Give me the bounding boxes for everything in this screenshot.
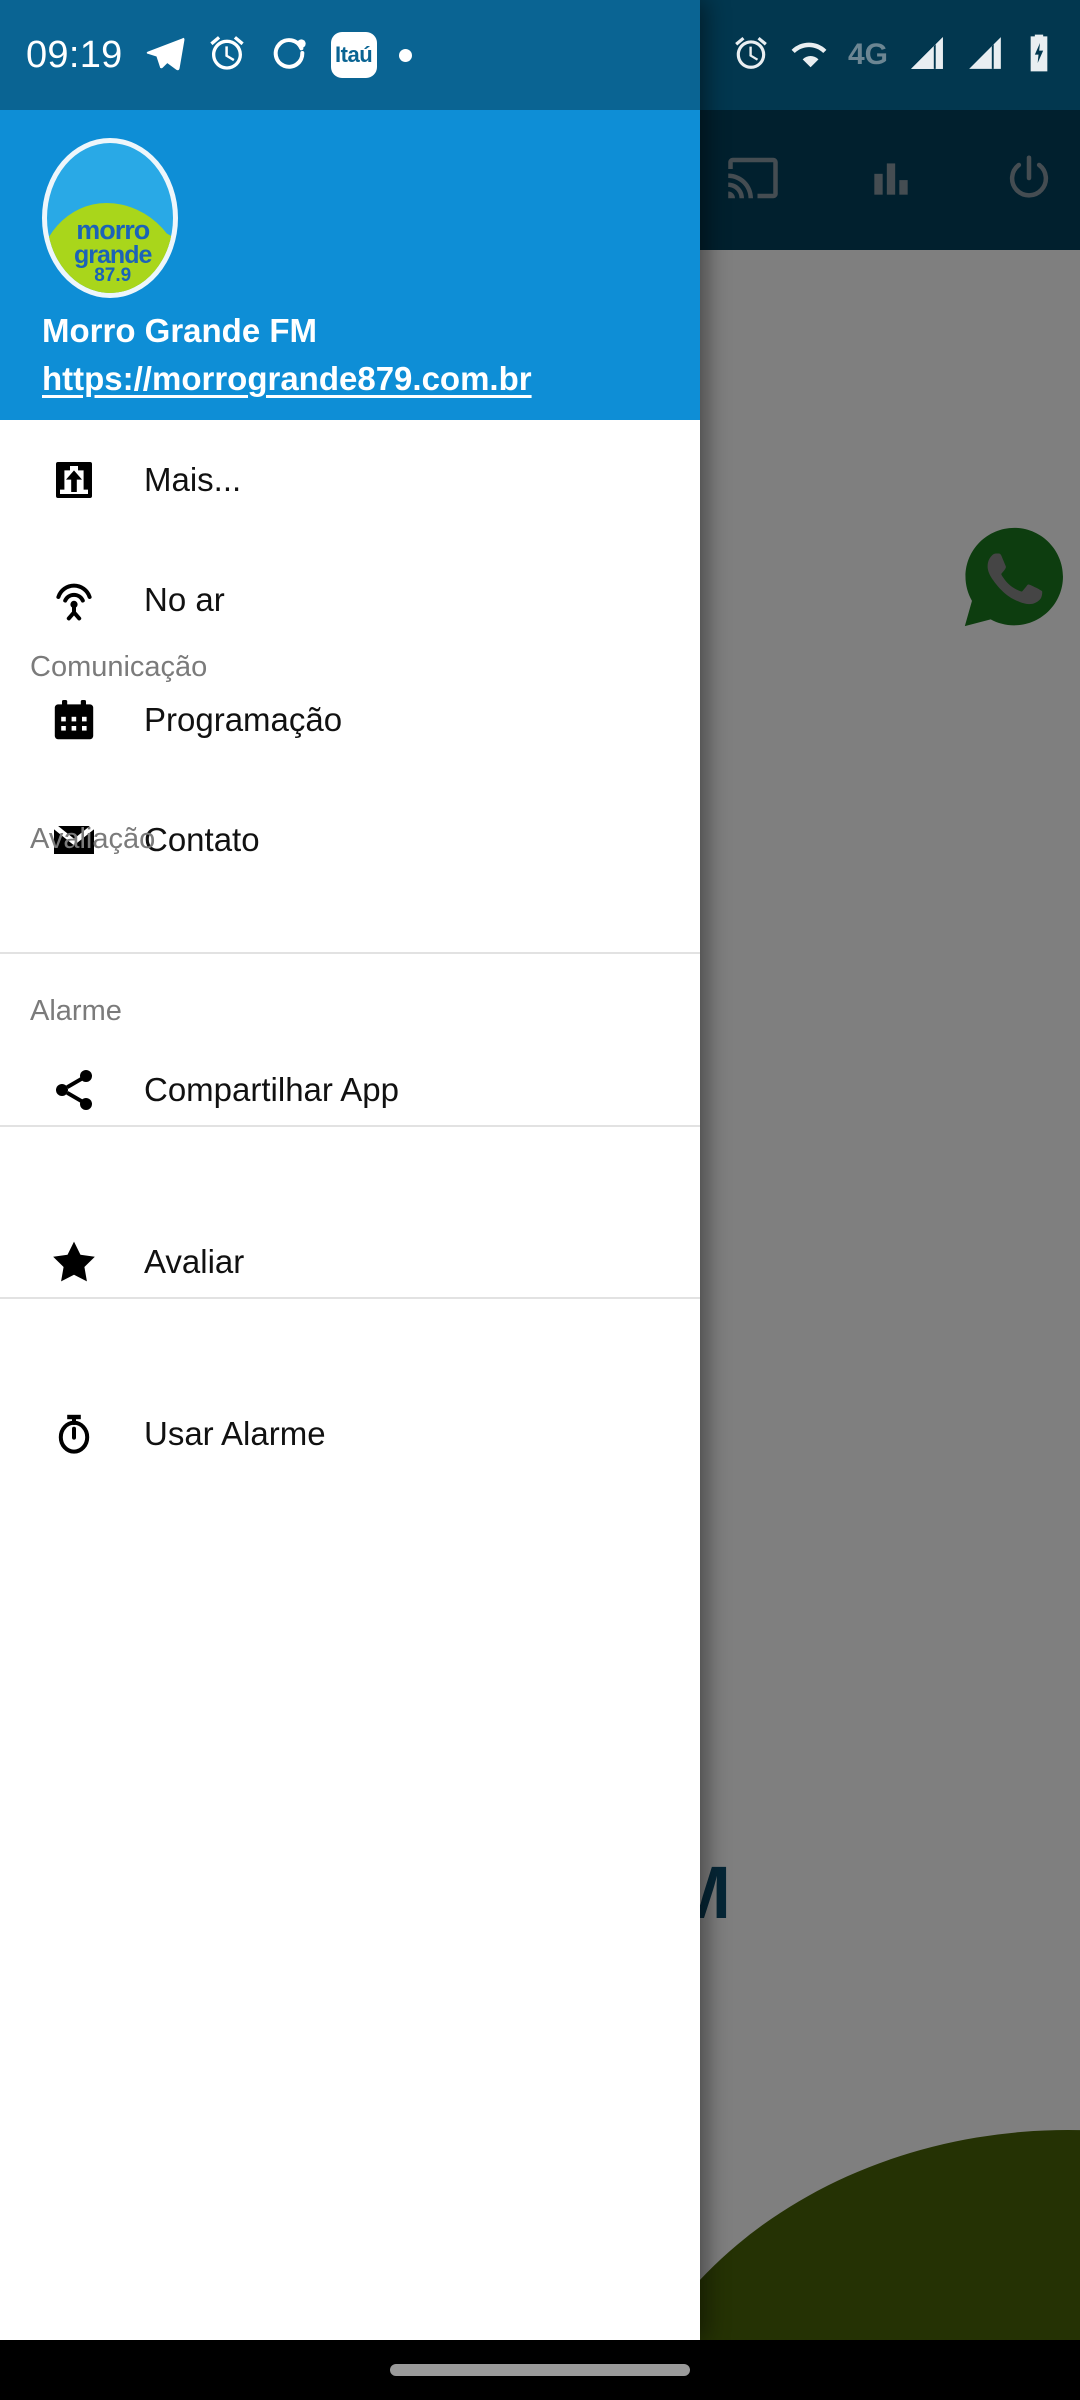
- drawer-section-label-comunicacao: Comunicação: [30, 651, 208, 683]
- drawer-section-label-alarme: Alarme: [30, 995, 122, 1027]
- drawer-item-usar-alarme[interactable]: Usar Alarme: [0, 1374, 700, 1494]
- wifi-icon: [790, 34, 828, 77]
- drawer-item-label: Usar Alarme: [144, 1415, 326, 1452]
- mobile-data-label: 4G: [847, 38, 888, 71]
- drawer-item-label: Programação: [144, 701, 343, 738]
- drawer-header-title: Morro Grande FM: [42, 312, 318, 349]
- drawer-item-label: No ar: [144, 581, 225, 618]
- open-in-new-icon: [48, 454, 100, 506]
- drawer-divider: [0, 952, 700, 954]
- signal-sim2-icon: [966, 34, 1004, 77]
- drawer-item-label: Compartilhar App: [144, 1071, 399, 1108]
- drawer-section-label-avaliacao: Avaliação: [30, 823, 156, 855]
- calendar-icon: [48, 694, 100, 746]
- alarm-icon: [207, 33, 247, 78]
- drawer-header-url-link[interactable]: https://morrogrande879.com.br: [42, 360, 532, 398]
- station-logo: morro grande 87.9: [42, 138, 178, 298]
- drawer-item-label: Avaliar: [144, 1243, 245, 1280]
- logo-line-2: grande: [74, 240, 152, 269]
- star-icon: [48, 1236, 100, 1288]
- drawer-status-bar: 09:19 Itaú: [0, 0, 700, 110]
- navigation-drawer: 09:19 Itaú morro grande 87.9 Morro Grand…: [0, 0, 700, 2340]
- logo-line-3: 87.9: [94, 265, 132, 287]
- itau-notification-icon: Itaú: [330, 32, 377, 78]
- share-icon: [48, 1064, 100, 1116]
- drawer-header: morro grande 87.9 Morro Grande FM https:…: [0, 110, 700, 420]
- home-gesture-pill[interactable]: [390, 2364, 690, 2376]
- sync-icon: [269, 33, 309, 78]
- logo-wordmark-text: morro grande 87.9: [58, 215, 167, 287]
- drawer-item-label: Mais...: [144, 461, 242, 498]
- system-navigation-bar: [0, 2340, 1080, 2400]
- drawer-item-no-ar[interactable]: No ar: [0, 540, 700, 660]
- drawer-item-label: Contato: [144, 821, 260, 858]
- battery-charging-icon: [1024, 33, 1054, 78]
- drawer-item-avaliar[interactable]: Avaliar: [0, 1202, 700, 1322]
- alarm-icon: [732, 34, 770, 77]
- drawer-divider: [0, 1125, 700, 1127]
- logo-line-1: morro: [76, 215, 150, 245]
- drawer-item-mais[interactable]: Mais...: [0, 420, 700, 540]
- telegram-icon: [145, 33, 185, 78]
- drawer-divider: [0, 1297, 700, 1299]
- stopwatch-icon: [48, 1408, 100, 1460]
- status-bar-clock: 09:19: [26, 33, 123, 76]
- signal-sim1-icon: [908, 34, 946, 77]
- drawer-menu: Mais... No ar Programação Contato Comuni…: [0, 420, 700, 2340]
- dot-icon: [398, 48, 412, 62]
- broadcast-tower-icon: [48, 574, 100, 626]
- phone-screen: morro grande 87.9 FM: [0, 0, 1080, 2400]
- drawer-item-compartilhar-app[interactable]: Compartilhar App: [0, 1030, 700, 1150]
